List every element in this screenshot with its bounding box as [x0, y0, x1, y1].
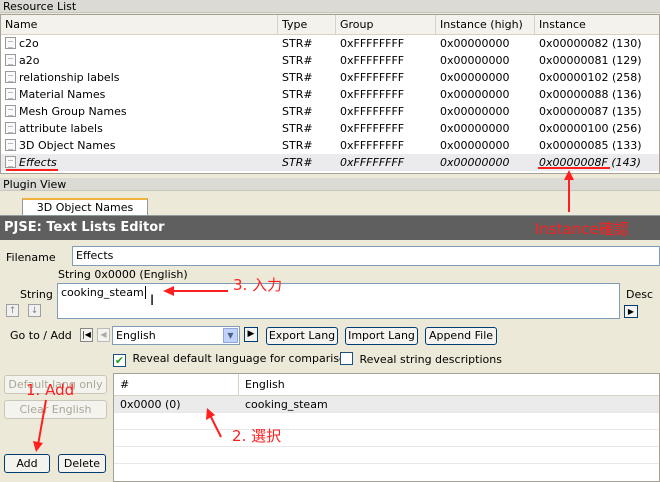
- step1-arrow: [37, 399, 47, 446]
- step3-arrowhead: [163, 286, 174, 296]
- step1-arrowhead: [33, 441, 43, 452]
- annotation-step1: 1. Add: [26, 381, 75, 399]
- annotation-instance-check: Instance確認: [535, 220, 629, 238]
- instance-arrowhead: [564, 170, 574, 180]
- annotation-step3: 3. 入力: [233, 276, 283, 294]
- step2-arrow: [209, 414, 222, 438]
- annotation-step2: 2. 選択: [232, 427, 282, 445]
- annotation-overlay: [6, 167, 610, 452]
